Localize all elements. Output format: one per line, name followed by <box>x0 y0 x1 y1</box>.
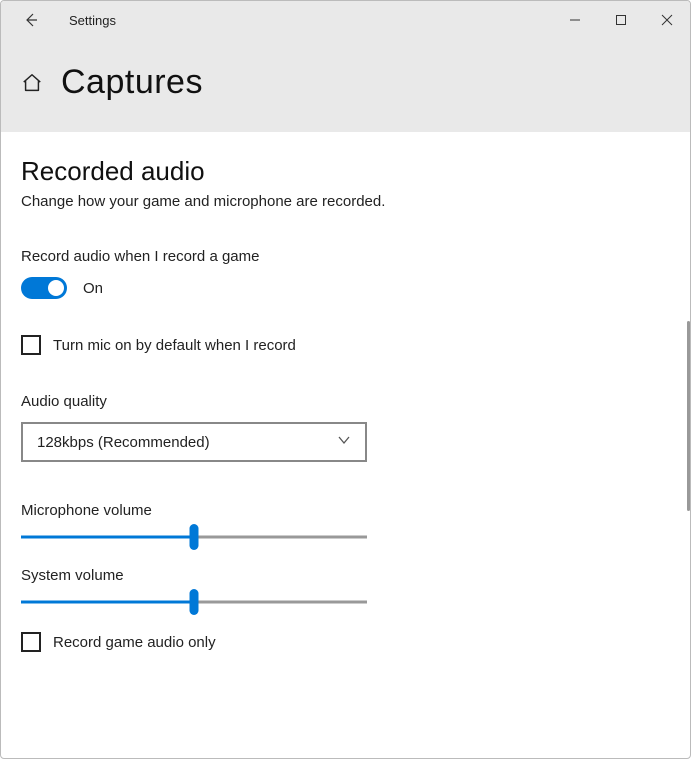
record-game-only-label: Record game audio only <box>53 634 216 651</box>
mic-volume-slider[interactable] <box>21 525 367 549</box>
section-title: Recorded audio <box>21 156 670 187</box>
page-header: Captures <box>1 39 690 132</box>
slider-thumb[interactable] <box>190 524 199 550</box>
slider-fill <box>21 536 194 539</box>
back-button[interactable] <box>11 1 51 39</box>
record-audio-toggle-row: On <box>21 277 670 299</box>
maximize-button[interactable] <box>598 1 644 39</box>
chevron-down-icon <box>337 433 351 452</box>
page-title: Captures <box>61 63 203 102</box>
sys-volume-slider[interactable] <box>21 590 367 614</box>
sys-volume-label: System volume <box>21 567 670 584</box>
mic-volume-label: Microphone volume <box>21 502 670 519</box>
mic-default-checkbox-row[interactable]: Turn mic on by default when I record <box>21 335 670 355</box>
record-audio-toggle[interactable] <box>21 277 67 299</box>
close-button[interactable] <box>644 1 690 39</box>
section-description: Change how your game and microphone are … <box>21 193 670 210</box>
record-audio-toggle-state: On <box>83 280 103 297</box>
record-game-only-checkbox[interactable] <box>21 632 41 652</box>
slider-thumb[interactable] <box>190 589 199 615</box>
settings-window: Settings Captures Recorded audio Change … <box>0 0 691 759</box>
audio-quality-select[interactable]: 128kbps (Recommended) <box>21 422 367 462</box>
scrollbar[interactable] <box>687 321 690 511</box>
window-controls <box>552 1 690 39</box>
audio-quality-value: 128kbps (Recommended) <box>37 434 210 451</box>
slider-fill <box>21 601 194 604</box>
record-game-only-checkbox-row[interactable]: Record game audio only <box>21 632 670 652</box>
mic-default-checkbox[interactable] <box>21 335 41 355</box>
window-title: Settings <box>51 13 116 28</box>
record-audio-label: Record audio when I record a game <box>21 248 670 265</box>
content-area: Recorded audio Change how your game and … <box>1 132 690 758</box>
audio-quality-label: Audio quality <box>21 393 670 410</box>
minimize-button[interactable] <box>552 1 598 39</box>
titlebar: Settings <box>1 1 690 39</box>
mic-default-label: Turn mic on by default when I record <box>53 337 296 354</box>
home-icon[interactable] <box>21 72 43 94</box>
toggle-knob <box>48 280 64 296</box>
